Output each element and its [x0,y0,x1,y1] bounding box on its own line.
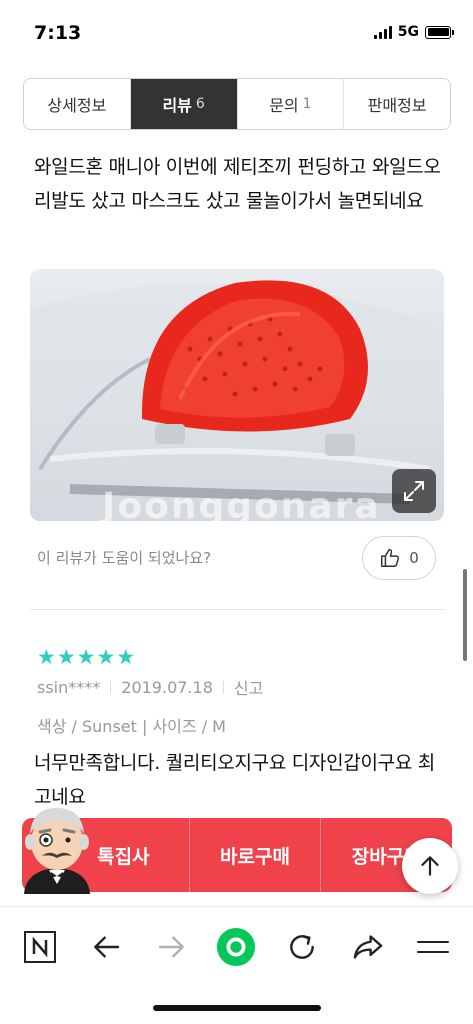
battery-icon [425,25,454,39]
review-divider [30,609,444,610]
report-link[interactable]: 신고 [234,675,263,699]
star-icon: ★ [116,645,136,669]
network-type: 5G [397,24,419,40]
tab-detail[interactable]: 상세정보 [24,79,131,129]
expand-photo-button[interactable] [392,469,436,513]
tab-review[interactable]: 리뷰 6 [130,79,238,129]
share-button[interactable] [348,927,388,967]
tab-count: 6 [195,96,205,112]
arrow-up-icon [421,856,439,876]
helpful-count: 0 [409,549,419,567]
purchase-option: 색상 / Sunset | 사이즈 / M [37,717,226,736]
buy-now-button[interactable]: 바로구매 [190,818,322,892]
review-text: 와일드혼 매니아 이번에 제티조끼 펀딩하고 와일드오리발도 샀고 마스크도 샀… [34,156,441,212]
review-meta: ssin**** 2019.07.18 신고 [37,675,263,699]
green-dot-button[interactable] [216,927,256,967]
naver-home-button[interactable] [20,927,60,967]
expand-icon [404,481,424,501]
back-arrow-icon [94,936,120,958]
home-indicator [153,1005,321,1011]
rating-stars: ★ ★ ★ ★ ★ [37,646,135,668]
star-icon: ★ [56,645,76,669]
tab-label: 문의 [269,96,299,115]
refresh-button[interactable] [282,927,322,967]
green-dot-icon [216,927,256,967]
browser-toolbar [0,906,473,982]
scroll-top-button[interactable] [402,838,458,894]
photo-watermark: Joonggonara [102,486,381,521]
menu-icon [417,941,449,953]
review-photo[interactable]: Joonggonara [30,269,444,521]
forward-arrow-icon [158,936,184,958]
share-icon [353,935,383,959]
status-indicators: 5G [373,24,454,40]
review-author: ssin**** [37,677,101,697]
tab-label: 리뷰 [162,96,192,115]
thumbs-up-icon [381,549,400,567]
status-time: 7:13 [34,22,82,44]
star-icon: ★ [37,645,56,669]
naver-home-icon [24,931,56,963]
tab-count: 1 [302,96,312,112]
helpful-question: 이 리뷰가 도움이 되었나요? [37,549,212,567]
status-bar: 7:13 5G [0,0,473,64]
signal-icon [373,25,392,39]
tab-label: 상세정보 [47,96,107,115]
back-button[interactable] [86,927,126,967]
forward-button[interactable] [152,927,192,967]
review-date: 2019.07.18 [121,677,213,697]
product-tabs: 상세정보 리뷰 6 문의 1 판매정보 [23,78,451,130]
scrollbar[interactable] [463,569,467,661]
review-photo-image [30,280,444,521]
tab-inquiry[interactable]: 문의 1 [237,79,345,129]
helpful-button[interactable]: 0 [362,536,436,580]
refresh-icon [290,935,314,959]
star-icon: ★ [96,645,116,669]
tab-label: 판매정보 [367,96,427,115]
star-icon: ★ [76,645,96,669]
tab-seller-info[interactable]: 판매정보 [344,79,450,129]
menu-button[interactable] [413,927,453,967]
butler-mascot-icon[interactable] [16,800,98,894]
